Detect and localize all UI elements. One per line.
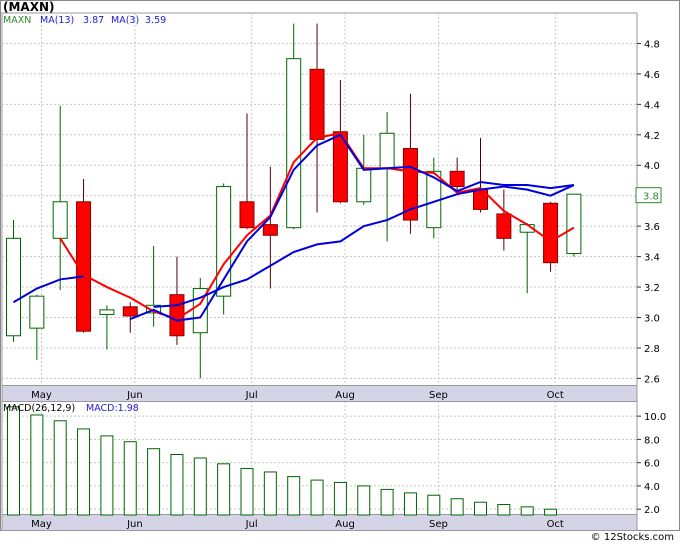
candle-body [309, 68, 325, 140]
macd-bar [170, 454, 184, 516]
price-month-band [1, 385, 638, 402]
macd-bar [193, 457, 207, 516]
stock-chart: 2.6 2.8 3.0 3.2 3.4 3.6 3.8 4.0 4.2 4.4 4.6 4.8 2.0 4… [0, 0, 680, 531]
macd-bar [544, 508, 558, 516]
month-label: Jul [245, 519, 258, 530]
macd-month-band [1, 514, 638, 531]
macd-tick-label: 10.0 [644, 412, 666, 423]
price-tick-label: 3.4 [644, 253, 660, 264]
macd-bar [497, 504, 511, 516]
candle-body [379, 132, 395, 169]
chart-title: (MAXN) [3, 0, 55, 14]
macd-bar [77, 428, 91, 516]
macd-bar [474, 501, 487, 516]
macd-bar [217, 463, 231, 516]
candle-body [99, 309, 115, 315]
price-tick-label: 3.2 [644, 283, 660, 294]
macd-bar [357, 485, 371, 516]
macd-tick-label: 8.0 [644, 435, 660, 446]
ma-long-line [12, 275, 84, 304]
month-label: May [31, 390, 52, 401]
macd-legend-label: MACD(26,12,9) [3, 403, 76, 414]
month-label: Sep [429, 519, 448, 530]
price-tick-label: 4.8 [644, 39, 660, 50]
price-tick-label: 4.4 [644, 100, 660, 111]
legend-symbol: MAXN [3, 15, 32, 26]
month-label: Jun [126, 519, 143, 530]
candle-body [52, 201, 68, 239]
macd-tick-label: 4.0 [644, 482, 660, 493]
macd-bar [310, 479, 324, 516]
candle-body [286, 58, 302, 229]
month-label: Oct [547, 390, 564, 401]
macd-legend-value: MACD:1.98 [86, 403, 139, 414]
candle-body [262, 224, 278, 236]
month-label: May [31, 519, 52, 530]
month-label: Aug [335, 519, 355, 530]
price-tick-label: 4.2 [644, 131, 660, 142]
candle-body [239, 201, 255, 229]
macd-tick-label: 2.0 [644, 505, 660, 516]
legend-ma13-label: MA(13) [40, 15, 75, 26]
macd-bar [53, 420, 67, 516]
macd-bar [333, 481, 347, 516]
candle-body [543, 202, 559, 264]
macd-bar [427, 494, 441, 516]
last-price-label: 3.8 [643, 192, 659, 203]
month-label: Jun [126, 390, 143, 401]
candle-body [29, 295, 45, 329]
macd-bar [240, 467, 254, 516]
macd-bar [287, 476, 301, 516]
price-tick-label: 2.8 [644, 344, 660, 355]
legend-ma13-value: 3.87 [83, 15, 105, 26]
price-tick-label: 4.6 [644, 70, 660, 81]
legend-ma3-label: MA(3) [111, 15, 140, 26]
price-tick-label: 4.0 [644, 161, 660, 172]
watermark: © 12Stocks.com [590, 532, 674, 543]
candle-body [6, 237, 21, 337]
macd-bar [263, 471, 277, 516]
candle-body [566, 193, 582, 255]
macd-bar [403, 492, 417, 516]
price-tick-label: 2.6 [644, 374, 660, 385]
macd-bar [450, 498, 464, 516]
price-tick-label: 3.6 [644, 222, 660, 233]
month-label: Aug [335, 390, 355, 401]
candle-body [449, 170, 465, 188]
macd-tick-label: 6.0 [644, 459, 660, 470]
macd-bar [380, 488, 394, 516]
legend-ma3-value: 3.59 [145, 15, 167, 26]
candle-body [496, 213, 512, 239]
macd-bar [123, 441, 137, 516]
month-label: Sep [429, 390, 448, 401]
macd-bar [147, 448, 161, 516]
month-label: Jul [245, 390, 258, 401]
price-tick-label: 3.0 [644, 313, 660, 324]
macd-bar [7, 406, 20, 516]
candle-body [356, 167, 372, 203]
macd-bar [30, 414, 44, 516]
candle-body [122, 306, 138, 317]
macd-bar [520, 506, 534, 516]
macd-bar [100, 435, 114, 516]
month-label: Oct [547, 519, 564, 530]
